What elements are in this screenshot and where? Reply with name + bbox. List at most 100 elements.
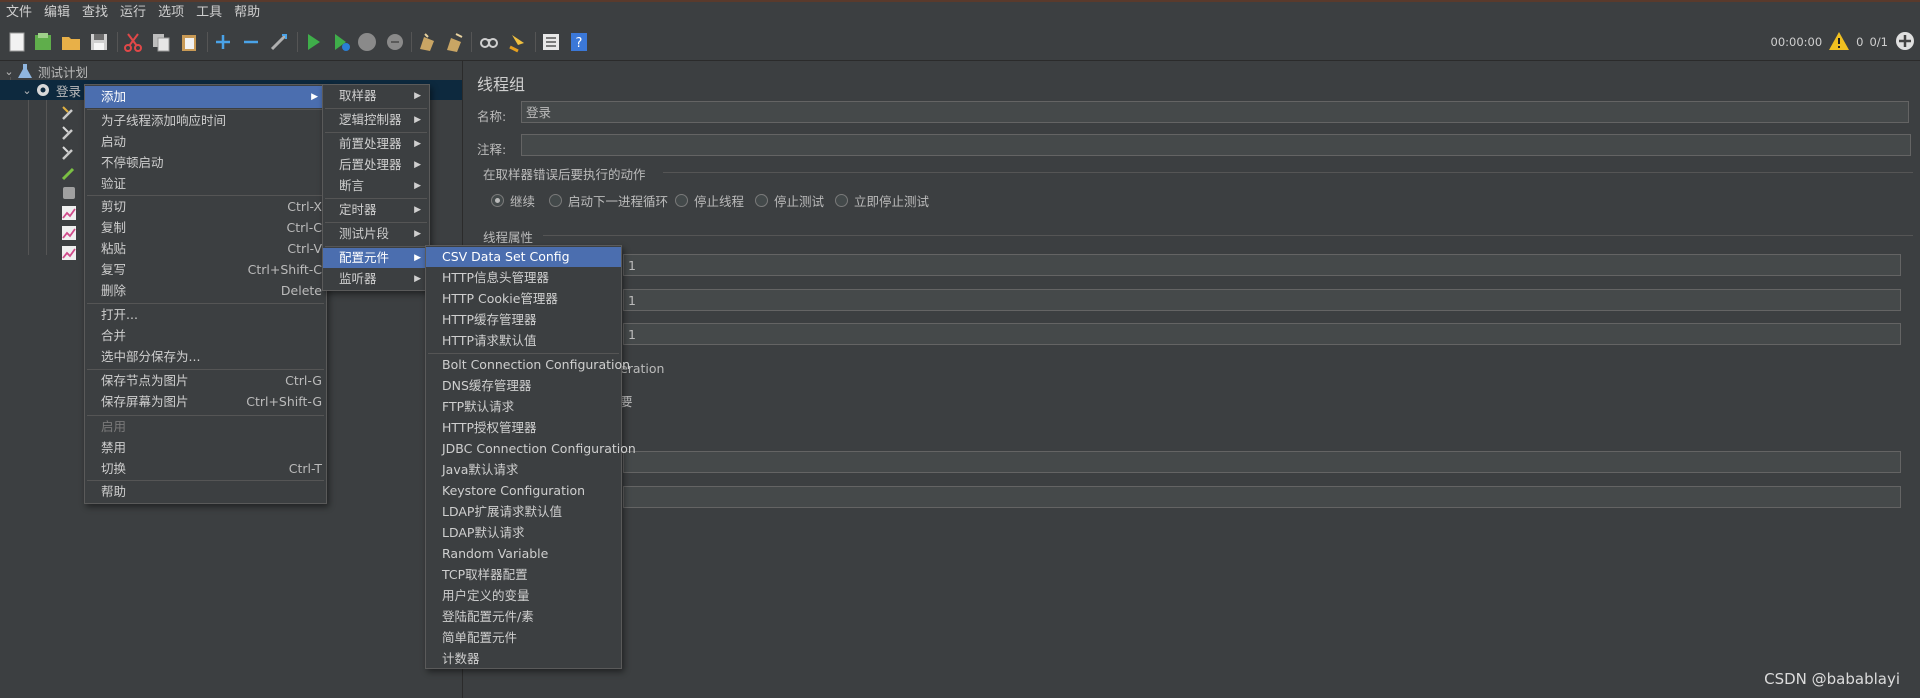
tree-child-item[interactable] — [60, 243, 82, 263]
help-icon[interactable]: ? — [567, 30, 591, 54]
tree-child-item[interactable] — [60, 143, 82, 163]
menu-item-add-think-times[interactable]: 为子线程添加响应时间 — [85, 111, 326, 131]
radio-continue[interactable]: 继续 — [491, 191, 535, 210]
radio-button[interactable] — [835, 194, 848, 207]
radio-stop-test[interactable]: 停止测试 — [755, 191, 824, 210]
radio-stop-thread[interactable]: 停止线程 — [675, 191, 744, 210]
menu-item-merge[interactable]: 合并 — [85, 326, 326, 346]
menu-item-cut[interactable]: 剪切 Ctrl-X — [85, 197, 326, 217]
comment-field[interactable] — [521, 134, 1911, 156]
menu-item-copy[interactable]: 复制 Ctrl-C — [85, 218, 326, 238]
menu-item-delete[interactable]: 删除 Delete — [85, 281, 326, 301]
clear-icon[interactable] — [415, 30, 439, 54]
menu-item-save-node-image[interactable]: 保存节点为图片 Ctrl-G — [85, 371, 326, 391]
submenu-item-test-fragment[interactable]: 测试片段 ▶ — [323, 224, 429, 244]
menu-edit[interactable]: 编辑 — [38, 2, 76, 24]
menu-run[interactable]: 运行 — [114, 2, 152, 24]
config-item-http-cookie-manager[interactable]: HTTP Cookie管理器 — [426, 289, 621, 309]
config-item-login-config[interactable]: 登陆配置元件/素 — [426, 607, 621, 627]
config-item-counter[interactable]: 计数器 — [426, 649, 621, 669]
config-item-random-variable[interactable]: Random Variable — [426, 544, 621, 564]
tree-child-item[interactable] — [60, 203, 82, 223]
submenu-item-logic-controller[interactable]: 逻辑控制器 ▶ — [323, 110, 429, 130]
radio-button[interactable] — [675, 194, 688, 207]
stop-icon[interactable] — [355, 30, 379, 54]
radio-button[interactable] — [491, 194, 504, 207]
submenu-item-config-element[interactable]: 配置元件 ▶ — [323, 248, 429, 268]
menu-item-open[interactable]: 打开... — [85, 305, 326, 325]
menu-item-start[interactable]: 启动 — [85, 132, 326, 152]
menu-item-start-no-pause[interactable]: 不停顿启动 — [85, 153, 326, 173]
cut-icon[interactable] — [121, 30, 145, 54]
reset-search-icon[interactable] — [505, 30, 529, 54]
menu-item-paste[interactable]: 粘贴 Ctrl-V — [85, 239, 326, 259]
radio-button[interactable] — [755, 194, 768, 207]
paste-icon[interactable] — [177, 30, 201, 54]
remote-icon[interactable] — [1894, 30, 1916, 55]
menu-file[interactable]: 文件 — [0, 2, 38, 24]
menu-item-duplicate[interactable]: 复写 Ctrl+Shift-C — [85, 260, 326, 280]
config-item-tcp-sampler-config[interactable]: TCP取样器配置 — [426, 565, 621, 585]
clear-all-icon[interactable] — [443, 30, 467, 54]
open-icon[interactable] — [59, 30, 83, 54]
config-item-csv-data-set[interactable]: CSV Data Set Config — [426, 247, 621, 267]
menu-item-disable[interactable]: 禁用 — [85, 438, 326, 458]
menu-item-save-selection-as[interactable]: 选中部分保存为... — [85, 347, 326, 367]
radio-stop-test-now[interactable]: 立即停止测试 — [835, 191, 929, 210]
config-item-java-defaults[interactable]: Java默认请求 — [426, 460, 621, 480]
new-icon[interactable] — [5, 30, 29, 54]
submenu-item-pre-processor[interactable]: 前置处理器 ▶ — [323, 134, 429, 154]
tree-node-test-plan[interactable]: ⌄ 测试计划 — [2, 61, 462, 81]
config-item-keystore[interactable]: Keystore Configuration — [426, 481, 621, 501]
menu-tools[interactable]: 工具 — [190, 2, 228, 24]
config-item-ldap-extended-defaults[interactable]: LDAP扩展请求默认值 — [426, 502, 621, 522]
duration-field[interactable] — [623, 451, 1901, 473]
menu-search[interactable]: 查找 — [76, 2, 114, 24]
loop-count-field[interactable]: 1 — [623, 323, 1901, 345]
config-item-http-auth-manager[interactable]: HTTP授权管理器 — [426, 418, 621, 438]
templates-icon[interactable] — [31, 30, 55, 54]
submenu-item-assertion[interactable]: 断言 ▶ — [323, 176, 429, 196]
menu-item-toggle[interactable]: 切换 Ctrl-T — [85, 459, 326, 479]
collapse-icon[interactable] — [239, 30, 263, 54]
radio-button[interactable] — [549, 194, 562, 207]
start-no-pause-icon[interactable] — [329, 30, 353, 54]
copy-icon[interactable] — [149, 30, 173, 54]
tree-child-item[interactable] — [60, 183, 82, 203]
config-item-http-request-defaults[interactable]: HTTP请求默认值 — [426, 331, 621, 351]
menu-item-validate[interactable]: 验证 — [85, 174, 326, 194]
config-item-http-cache-manager[interactable]: HTTP缓存管理器 — [426, 310, 621, 330]
menu-item-save-screen-image[interactable]: 保存屏幕为图片 Ctrl+Shift-G — [85, 392, 326, 412]
submenu-item-post-processor[interactable]: 后置处理器 ▶ — [323, 155, 429, 175]
config-item-http-header-manager[interactable]: HTTP信息头管理器 — [426, 268, 621, 288]
config-item-dns-cache-manager[interactable]: DNS缓存管理器 — [426, 376, 621, 396]
config-item-ftp-defaults[interactable]: FTP默认请求 — [426, 397, 621, 417]
start-icon[interactable] — [301, 30, 325, 54]
toggle-icon[interactable] — [267, 30, 291, 54]
submenu-item-timer[interactable]: 定时器 ▶ — [323, 200, 429, 220]
menu-help[interactable]: 帮助 — [228, 2, 266, 24]
name-field[interactable]: 登录 — [521, 101, 1909, 123]
config-item-simple-config[interactable]: 简单配置元件 — [426, 628, 621, 648]
menu-options[interactable]: 选项 — [152, 2, 190, 24]
save-icon[interactable] — [87, 30, 111, 54]
expand-icon[interactable] — [211, 30, 235, 54]
warning-icon[interactable] — [1828, 30, 1850, 55]
menu-item-add[interactable]: 添加 ▶ — [85, 86, 326, 108]
menu-item-help[interactable]: 帮助 — [85, 482, 326, 502]
number-of-threads-field[interactable]: 1 — [623, 254, 1901, 276]
submenu-item-listener[interactable]: 监听器 ▶ — [323, 269, 429, 289]
function-helper-icon[interactable] — [539, 30, 563, 54]
shutdown-icon[interactable] — [383, 30, 407, 54]
tree-child-item[interactable] — [60, 103, 82, 123]
config-item-ldap-defaults[interactable]: LDAP默认请求 — [426, 523, 621, 543]
config-item-jdbc-connection[interactable]: JDBC Connection Configuration — [426, 439, 636, 459]
chevron-down-icon[interactable]: ⌄ — [2, 65, 16, 78]
tree-child-item[interactable] — [60, 163, 82, 183]
chevron-down-icon[interactable]: ⌄ — [20, 84, 34, 97]
submenu-item-sampler[interactable]: 取样器 ▶ — [323, 86, 429, 106]
tree-child-item[interactable] — [60, 123, 82, 143]
tree-child-item[interactable] — [60, 223, 82, 243]
config-item-user-defined-variables[interactable]: 用户定义的变量 — [426, 586, 621, 606]
radio-start-next-loop[interactable]: 启动下一进程循环 — [549, 191, 668, 210]
